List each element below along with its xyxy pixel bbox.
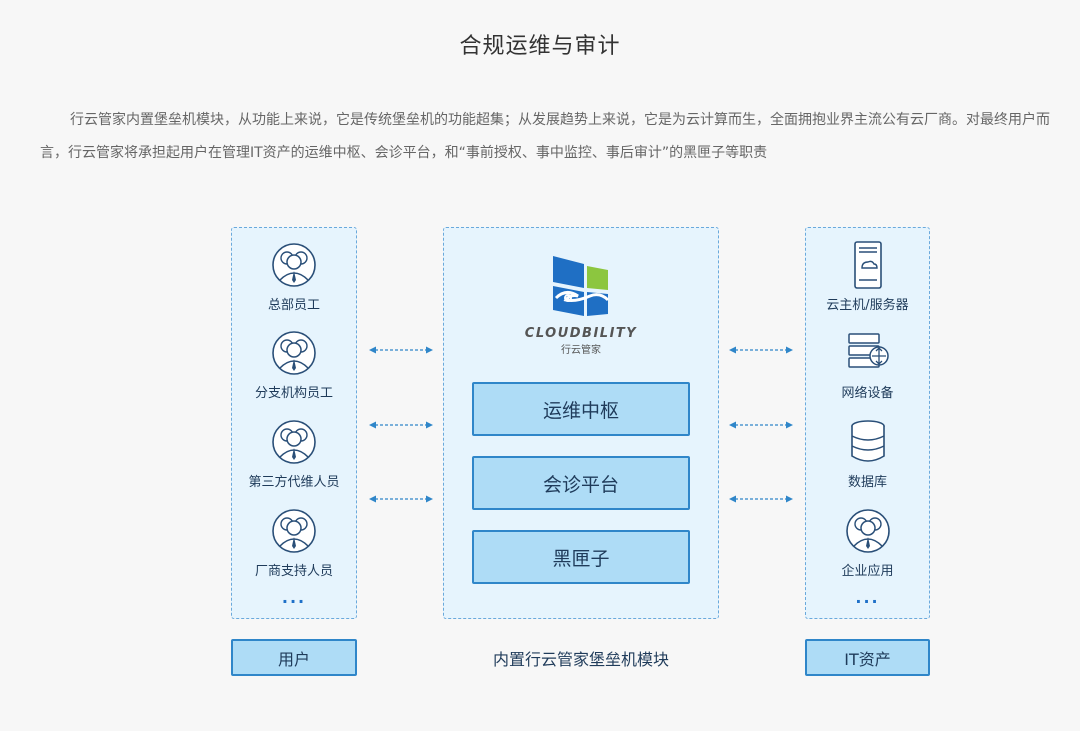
user-group-icon bbox=[272, 331, 316, 375]
more-assets-dots: ··· bbox=[855, 592, 880, 611]
brand-name: CLOUDBILITY bbox=[524, 326, 638, 341]
database-icon bbox=[850, 420, 885, 462]
asset-item-label: 企业应用 bbox=[841, 564, 894, 579]
cloudbility-logo: CLOUDBILITY 行云管家 bbox=[444, 254, 718, 356]
user-item-label: 第三方代维人员 bbox=[248, 475, 340, 490]
user-group-icon bbox=[272, 243, 316, 287]
asset-item-database: 数据库 bbox=[806, 417, 929, 490]
description: 行云管家内置堡垒机模块，从功能上来说，它是传统堡垒机的功能超集；从发展趋势上来说… bbox=[40, 112, 1050, 161]
user-item-branch: 分支机构员工 bbox=[232, 328, 356, 401]
asset-item-label: 数据库 bbox=[847, 475, 887, 490]
users-panel: 总部员工 分支机构员工 第三方代维人员 厂商支持人员 ··· bbox=[231, 227, 357, 619]
user-item-label: 厂商支持人员 bbox=[254, 564, 333, 579]
bidirectional-arrow bbox=[369, 421, 433, 429]
it-assets-panel: 云主机/服务器 网络设备 数据库 企业应用 ··· bbox=[805, 227, 930, 619]
user-item-label: 总部员工 bbox=[267, 298, 320, 313]
user-item-hq: 总部员工 bbox=[232, 240, 356, 313]
brand-name-cn: 行云管家 bbox=[561, 345, 601, 356]
cloud-server-icon bbox=[853, 241, 882, 289]
asset-item-cloud-server: 云主机/服务器 bbox=[806, 240, 929, 313]
asset-item-label: 云主机/服务器 bbox=[826, 298, 909, 313]
cloudbility-logo-icon bbox=[553, 256, 610, 316]
user-item-label: 分支机构员工 bbox=[254, 386, 333, 401]
users-footer-label: 用户 bbox=[231, 639, 357, 676]
user-item-third-party: 第三方代维人员 bbox=[232, 417, 356, 490]
consult-platform-box: 会诊平台 bbox=[472, 456, 690, 510]
bidirectional-arrow bbox=[369, 346, 433, 354]
it-assets-footer-label: IT资产 bbox=[805, 639, 930, 676]
bidirectional-arrow bbox=[729, 346, 793, 354]
bastion-module-panel: CLOUDBILITY 行云管家 运维中枢 会诊平台 黑匣子 bbox=[443, 227, 719, 619]
network-device-icon bbox=[847, 333, 889, 368]
user-group-icon bbox=[272, 509, 316, 553]
module-caption: 内置行云管家堡垒机模块 bbox=[492, 650, 669, 669]
asset-item-network-device: 网络设备 bbox=[806, 328, 929, 401]
ops-hub-box: 运维中枢 bbox=[472, 382, 690, 436]
bidirectional-arrow bbox=[369, 495, 433, 503]
bidirectional-arrow bbox=[729, 495, 793, 503]
user-group-icon bbox=[845, 509, 890, 553]
user-item-vendor: 厂商支持人员 bbox=[232, 506, 356, 579]
bidirectional-arrow bbox=[729, 421, 793, 429]
black-box-box: 黑匣子 bbox=[472, 530, 690, 584]
user-group-icon bbox=[272, 420, 316, 464]
more-users-dots: ··· bbox=[281, 592, 307, 611]
asset-item-enterprise-app: 企业应用 bbox=[806, 506, 929, 579]
asset-item-label: 网络设备 bbox=[841, 386, 894, 401]
page-title: 合规运维与审计 bbox=[459, 34, 621, 59]
